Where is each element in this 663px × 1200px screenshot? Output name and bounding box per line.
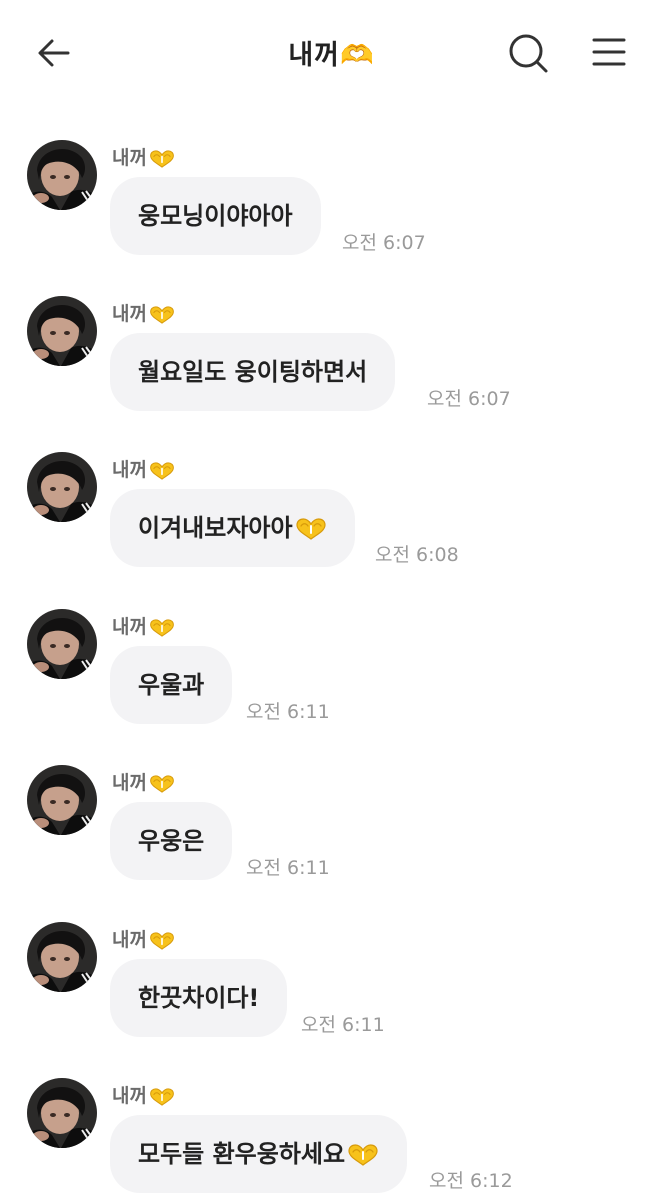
sender-name: 내꺼 [112,455,175,482]
heart-hands-icon [149,619,175,637]
heart-hands-icon [149,306,175,324]
message-row: 내꺼 이겨내보자아아 오전 6:08 [0,452,663,572]
avatar[interactable] [27,296,97,366]
message-bubble[interactable]: 이겨내보자아아 [110,489,355,567]
message-timestamp: 오전 6:07 [427,388,511,410]
message-row: 내꺼 한끗차이다! 오전 6:11 [0,922,663,1042]
heart-hands-icon [295,518,327,540]
message-bubble[interactable]: 웅모닝이야아아 [110,177,321,255]
heart-hands-icon [149,1088,175,1106]
avatar[interactable] [27,1078,97,1148]
message-timestamp: 오전 6:12 [429,1170,513,1192]
chat-title: 내꺼🫶 [288,40,375,71]
sender-name: 내꺼 [112,1081,175,1108]
message-timestamp: 오전 6:11 [246,857,330,879]
avatar[interactable] [27,609,97,679]
sender-name: 내꺼 [112,925,175,952]
message-bubble[interactable]: 우울과 [110,646,233,724]
message-row: 내꺼 모두들 환우웅하세요 오전 6:12 [0,1078,663,1198]
menu-icon [592,38,626,66]
avatar[interactable] [27,140,97,210]
menu-button[interactable] [588,30,630,76]
message-row: 내꺼 월요일도 웅이팅하면서 오전 6:07 [0,296,663,416]
heart-hands-icon [149,932,175,950]
avatar[interactable] [27,765,97,835]
message-bubble[interactable]: 모두들 환우웅하세요 [110,1115,408,1193]
message-bubble[interactable]: 한끗차이다! [110,959,288,1037]
message-timestamp: 오전 6:08 [375,544,459,566]
heart-hands-icon [149,775,175,793]
message-bubble[interactable]: 월요일도 웅이팅하면서 [110,333,396,411]
message-bubble[interactable]: 우웅은 [110,802,233,880]
sender-name: 내꺼 [112,612,175,639]
sender-name: 내꺼 [112,768,175,795]
message-text: 이겨내보자아아 [138,514,293,542]
message-text: 모두들 환우웅하세요 [138,1140,346,1168]
message-timestamp: 오전 6:11 [301,1014,385,1036]
message-timestamp: 오전 6:11 [246,701,330,723]
message-row: 내꺼 우울과 오전 6:11 [0,609,663,729]
search-button[interactable] [505,30,551,76]
heart-hands-icon [347,1144,379,1166]
heart-hands-icon [149,462,175,480]
avatar[interactable] [27,452,97,522]
heart-hands-icon [149,150,175,168]
sender-name: 내꺼 [112,143,175,170]
sender-name: 내꺼 [112,299,175,326]
message-timestamp: 오전 6:07 [342,232,426,254]
search-icon [509,34,548,73]
chat-header: 내꺼🫶 [0,0,663,105]
message-row: 내꺼 웅모닝이야아아 오전 6:07 [0,140,663,260]
avatar[interactable] [27,922,97,992]
message-row: 내꺼 우웅은 오전 6:11 [0,765,663,885]
